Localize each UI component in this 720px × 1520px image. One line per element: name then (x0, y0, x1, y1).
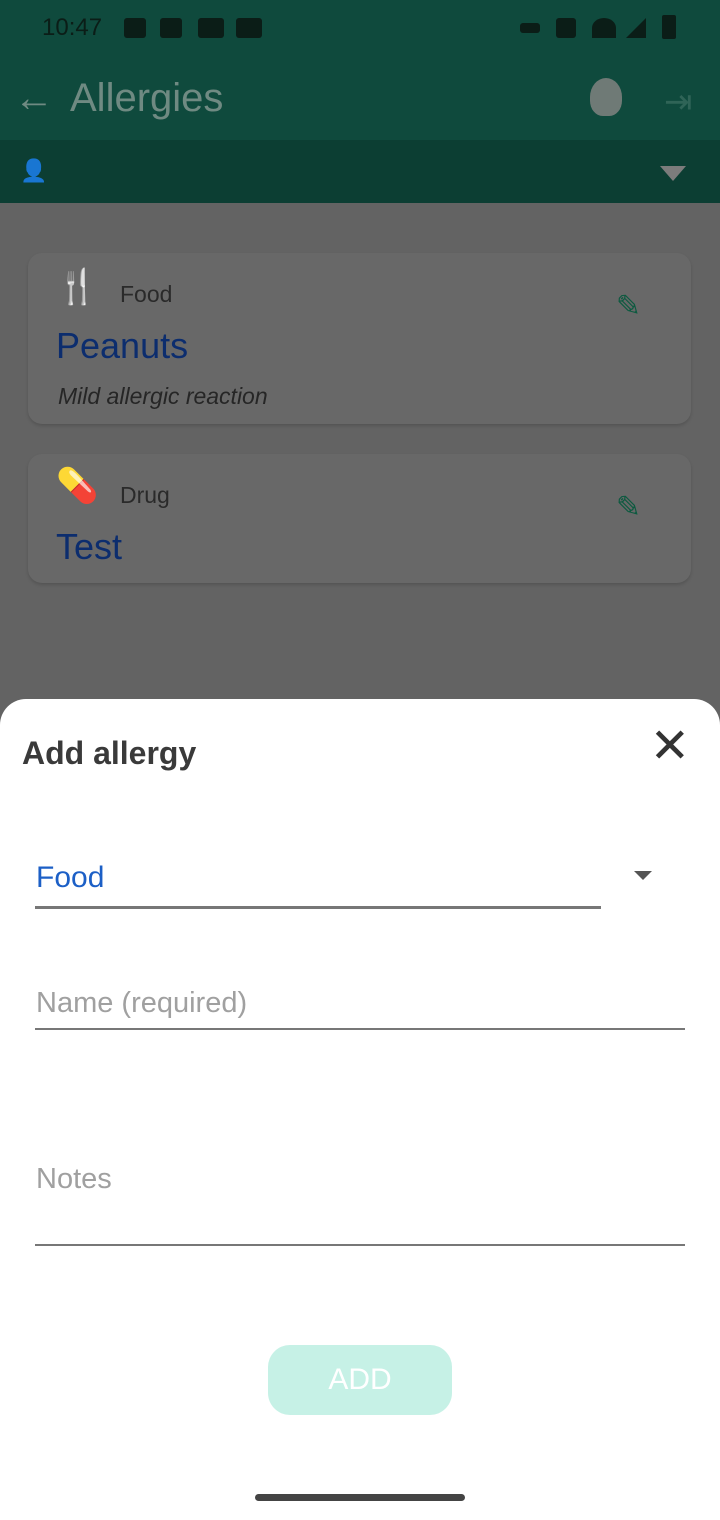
notification-icon (124, 18, 146, 38)
notes-underline (35, 1244, 685, 1246)
dropdown-arrow-icon[interactable] (634, 871, 652, 880)
close-icon[interactable]: ✕ (650, 723, 690, 771)
person-icon: 👤 (20, 158, 48, 183)
allergy-note: Mild allergic reaction (58, 383, 268, 409)
profile-selector[interactable]: 👤 (0, 140, 720, 203)
back-arrow-icon[interactable]: ← (14, 76, 54, 121)
name-underline (35, 1028, 685, 1030)
youtube-icon (198, 18, 224, 38)
allergy-category: Food (120, 281, 173, 307)
allergy-name: Test (56, 526, 123, 567)
lightbulb-icon[interactable] (590, 78, 622, 116)
pill-bottle-icon: 💊 (56, 467, 99, 505)
add-button[interactable]: ADD (268, 1345, 452, 1415)
allergy-card[interactable]: 🍴 Food Peanuts Mild allergic reaction ✎ (28, 253, 691, 424)
allergy-card[interactable]: 💊 Drug Test ✎ (28, 454, 691, 583)
notification-icon (160, 18, 182, 38)
select-underline (35, 906, 601, 909)
utensils-icon: 🍴 (56, 268, 99, 306)
status-time: 10:47 (42, 14, 103, 41)
signal-icon (626, 18, 646, 38)
allergy-name: Peanuts (56, 325, 189, 366)
add-allergy-sheet: Add allergy ✕ Food Name (required) Notes… (0, 699, 720, 1520)
exit-icon[interactable]: ⇥ (664, 82, 693, 122)
vibrate-icon (556, 18, 576, 38)
wifi-icon (592, 18, 616, 38)
edit-pencil-icon[interactable]: ✎ (616, 289, 641, 324)
edit-pencil-icon[interactable]: ✎ (616, 490, 641, 525)
vpn-key-icon (520, 23, 540, 33)
allergy-category: Drug (120, 482, 170, 508)
page-title: Allergies (70, 76, 224, 120)
status-bar: 10:47 (0, 0, 720, 58)
youtube-icon (236, 18, 262, 38)
dropdown-arrow-icon[interactable] (660, 166, 686, 181)
allergy-type-value[interactable]: Food (36, 861, 104, 895)
name-input[interactable]: Name (required) (36, 987, 247, 1020)
home-indicator[interactable] (255, 1494, 465, 1501)
notes-input[interactable]: Notes (36, 1163, 112, 1196)
app-bar: ← Allergies ⇥ (0, 58, 720, 140)
battery-icon (662, 15, 676, 39)
sheet-title: Add allergy (22, 735, 197, 771)
